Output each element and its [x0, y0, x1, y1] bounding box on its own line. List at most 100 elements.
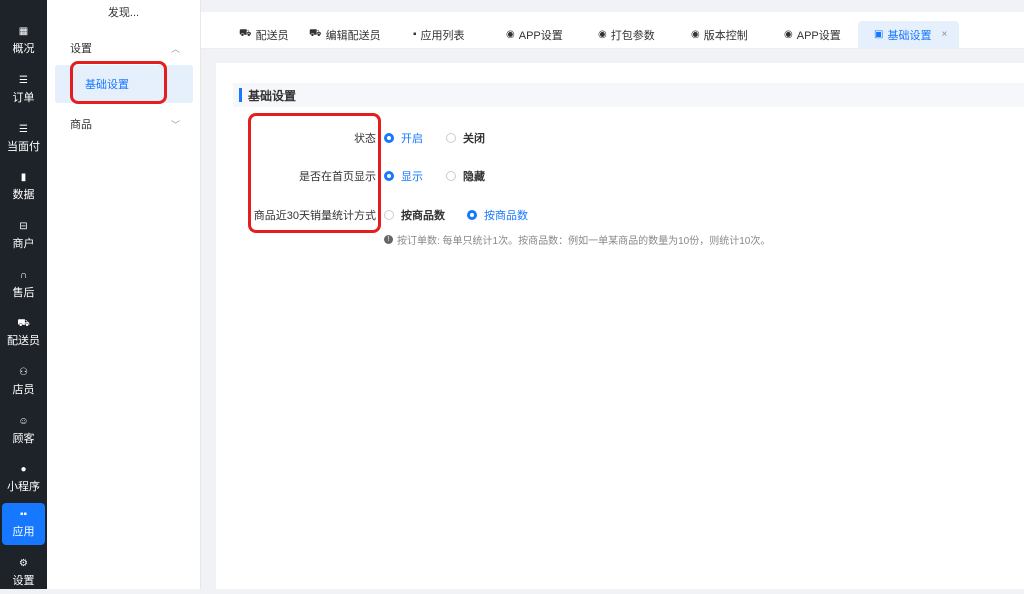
nav-item-label: 设置 — [12, 575, 35, 587]
tab-pack-params[interactable]: ◉ 打包参数 — [598, 21, 655, 48]
tab-label: 版本控制 — [703, 29, 748, 42]
list-icon: ☰ — [19, 124, 28, 135]
radio-dot — [384, 133, 394, 143]
sales-radio-option-2[interactable]: 按商品数 — [467, 207, 528, 223]
tab-delivery[interactable]: ⛟ 配送员 — [239, 21, 289, 48]
chevron-down-icon: ﹀ — [170, 119, 180, 130]
nav-item-apps[interactable]: ▪▪ 应用 — [2, 503, 45, 545]
radio-label: 显示 — [401, 171, 423, 183]
section-title: 基础设置 — [248, 88, 297, 103]
tab-edit-delivery[interactable]: ⛟ 编辑配送员 — [309, 21, 381, 48]
wechat-icon: ● — [20, 464, 27, 475]
sales-hint: ! 按订单数: 每单只统计1次。按商品数：例如一单某商品的数量为10份，则统计1… — [384, 232, 770, 247]
user-group-icon: ⚇ — [19, 367, 28, 378]
tab-label: 基础设置 — [887, 29, 932, 42]
nav-item-label: 小程序 — [7, 481, 40, 493]
sidebar-item-discover[interactable]: 发现... — [47, 4, 200, 20]
nav-item-overview[interactable]: ▦ 概况 — [2, 20, 45, 62]
homepage-label: 是否在首页显示 — [299, 171, 376, 183]
close-icon[interactable]: × — [941, 29, 947, 40]
app-icon: ◉ — [784, 29, 793, 40]
tab-label: 配送员 — [255, 29, 289, 42]
radio-dot — [384, 171, 394, 181]
bar-chart-icon: ▮ — [20, 172, 27, 183]
sub-sidebar: 发现... 设置 ︿ 基础设置 商品 ﹀ — [47, 0, 201, 589]
tab-app-list[interactable]: ▪ 应用列表 — [413, 21, 465, 48]
nav-item-delivery[interactable]: ⛟ 配送员 — [2, 312, 45, 354]
nav-item-label: 订单 — [12, 92, 35, 104]
tab-label: 应用列表 — [420, 29, 465, 42]
tab-version-control[interactable]: ◉ 版本控制 — [691, 21, 748, 48]
nav-item-miniprogram[interactable]: ● 小程序 — [2, 458, 45, 500]
delivery-icon: ⛟ — [309, 28, 322, 39]
sidebar-group-goods[interactable]: 商品 ﹀ — [70, 116, 180, 132]
customer-icon: ☺ — [18, 416, 29, 427]
chevron-up-icon: ︿ — [170, 43, 180, 54]
nav-item-label: 数据 — [12, 189, 35, 201]
tab-label: 编辑配送员 — [325, 29, 381, 42]
section-accent-bar — [239, 88, 242, 102]
store-icon: ⊟ — [19, 221, 28, 232]
radio-label: 按商品数 — [484, 210, 528, 222]
nav-item-data[interactable]: ▮ 数据 — [2, 166, 45, 208]
sales-label: 商品近30天销量统计方式 — [253, 210, 376, 222]
nav-item-label: 顾客 — [12, 433, 35, 445]
nav-item-label: 配送员 — [7, 335, 40, 347]
nav-item-face-pay[interactable]: ☰ 当面付 — [2, 118, 45, 160]
apps-icon: ▪ — [413, 29, 417, 40]
nav-item-label: 概况 — [12, 43, 35, 55]
sidebar-item-basic-settings[interactable]: 基础设置 — [55, 65, 193, 103]
tab-label: APP设置 — [796, 29, 841, 42]
tab-basic-settings[interactable]: ▣ 基础设置 × — [858, 21, 960, 48]
app-icon: ◉ — [506, 29, 515, 40]
homepage-radio-hide[interactable]: 隐藏 — [446, 168, 485, 184]
tab-app-settings-2[interactable]: ◉ APP设置 — [784, 21, 841, 48]
settings-user-icon: ⚙ — [19, 558, 28, 569]
sidebar-group-label: 设置 — [70, 43, 92, 55]
radio-dot — [467, 210, 477, 220]
delivery-icon: ⛟ — [239, 28, 252, 39]
app-icon: ◉ — [598, 29, 607, 40]
tab-label: 打包参数 — [610, 29, 655, 42]
app-icon: ◉ — [691, 29, 700, 40]
radio-label: 按商品数 — [401, 210, 445, 222]
nav-item-orders[interactable]: ☰ 订单 — [2, 69, 45, 111]
radio-dot — [384, 210, 394, 220]
tab-label: APP设置 — [518, 29, 563, 42]
sales-radio-option-1[interactable]: 按商品数 — [384, 207, 445, 223]
nav-item-label: 店员 — [12, 384, 35, 396]
nav-item-label: 商户 — [12, 238, 35, 250]
radio-label: 隐藏 — [463, 171, 485, 183]
nav-item-staff[interactable]: ⚇ 店员 — [2, 361, 45, 403]
nav-item-label: 当面付 — [7, 141, 40, 153]
sidebar-item-label: 基础设置 — [85, 79, 129, 91]
nav-item-label: 应用 — [12, 526, 35, 538]
status-radio-on[interactable]: 开启 — [384, 130, 423, 146]
tab-app-settings[interactable]: ◉ APP设置 — [506, 21, 563, 48]
radio-label: 关闭 — [463, 133, 485, 145]
nav-item-settings[interactable]: ⚙ 设置 — [2, 552, 45, 594]
tab-bar: ⛟ 配送员 ⛟ 编辑配送员 ▪ 应用列表 ◉ APP设置 ◉ 打包参数 ◉ 版本… — [201, 12, 1024, 49]
status-radio-off[interactable]: 关闭 — [446, 130, 485, 146]
sidebar-group-settings[interactable]: 设置 ︿ — [70, 40, 180, 56]
status-label: 状态 — [354, 133, 376, 145]
nav-item-merchant[interactable]: ⊟ 商户 — [2, 215, 45, 257]
delivery-icon: ⛟ — [17, 318, 30, 329]
nav-item-label: 售后 — [12, 287, 35, 299]
radio-dot — [446, 133, 456, 143]
nav-item-after-sales[interactable]: ∩ 售后 — [2, 264, 45, 306]
bookmark-icon: ▣ — [874, 29, 884, 40]
list-icon: ☰ — [19, 75, 28, 86]
info-icon: ! — [384, 235, 393, 244]
headset-icon: ∩ — [19, 270, 28, 281]
main-nav: ▦ 概况 ☰ 订单 ☰ 当面付 ▮ 数据 ⊟ 商户 ∩ 售后 ⛟ 配送员 ⚇ 店… — [0, 0, 47, 589]
sidebar-group-label: 商品 — [70, 119, 92, 131]
main-content: 基础设置 状态 开启 关闭 是否在首页显示 显示 隐藏 商品近30天销量统计方式… — [216, 63, 1024, 589]
section-header: 基础设置 — [233, 83, 1024, 107]
homepage-radio-show[interactable]: 显示 — [384, 168, 423, 184]
dashboard-icon: ▦ — [18, 26, 29, 37]
radio-dot — [446, 171, 456, 181]
hint-text: 按订单数: 每单只统计1次。按商品数：例如一单某商品的数量为10份，则统计10次… — [397, 236, 771, 247]
nav-item-customers[interactable]: ☺ 顾客 — [2, 410, 45, 452]
apps-icon: ▪▪ — [19, 509, 28, 520]
